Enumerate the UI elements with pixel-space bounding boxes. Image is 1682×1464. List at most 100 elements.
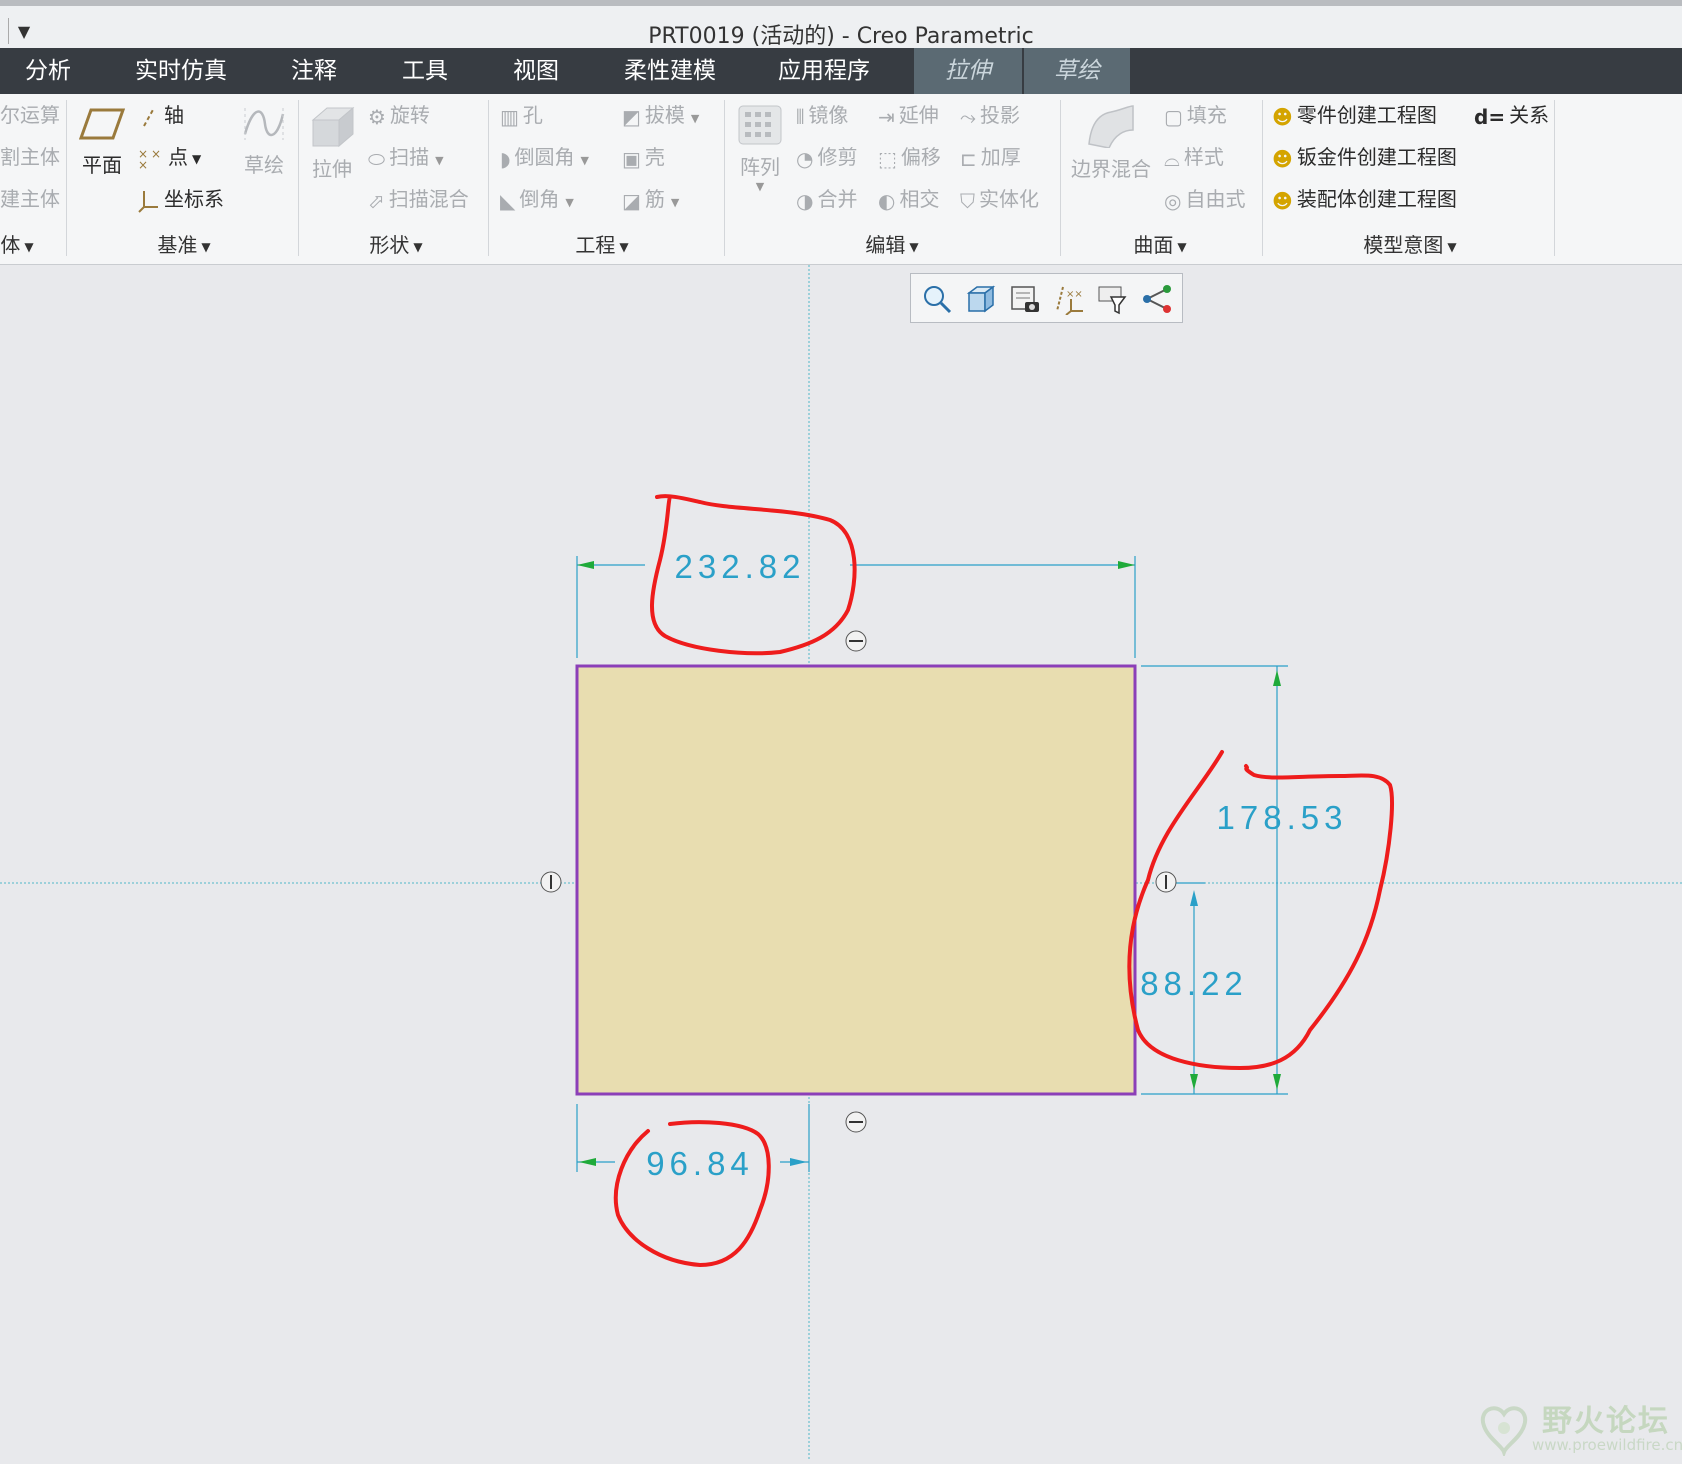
group-label-engineering[interactable]: 工程 ▼ bbox=[560, 231, 644, 259]
solidify-button[interactable]: ⛉ 实体化 bbox=[960, 184, 1039, 214]
point-icon: × ×× bbox=[138, 148, 161, 170]
swept-blend-button[interactable]: ⬀ 扫描混合 bbox=[368, 184, 469, 214]
part-drawing-button[interactable]: ☻ 零件创建工程图 bbox=[1272, 100, 1437, 130]
vertical-constraint-icon[interactable] bbox=[1155, 871, 1177, 893]
freestyle-button[interactable]: ◎ 自由式 bbox=[1164, 184, 1245, 214]
style-icon: ⌓ bbox=[1164, 146, 1180, 171]
sketch-canvas[interactable]: 232.82 178.53 88.22 96.84 bbox=[0, 265, 1682, 1460]
relations-label: 关系 bbox=[1509, 103, 1550, 127]
sweep-label: 扫描 bbox=[389, 145, 430, 169]
dimension-offset-horizontal[interactable]: 96.84 bbox=[576, 1104, 810, 1182]
extend-button[interactable]: ⇥ 延伸 bbox=[878, 100, 939, 130]
draft-button[interactable]: ◩ 拔模 ▼ bbox=[622, 100, 699, 130]
datum-display-icon[interactable]: ×× bbox=[1053, 283, 1085, 316]
tab-sketch[interactable]: 草绘 bbox=[1024, 48, 1130, 94]
chevron-down-icon: ▼ bbox=[580, 154, 590, 167]
chevron-down-icon: ▼ bbox=[192, 151, 202, 166]
sketch-icon bbox=[243, 108, 285, 140]
group-label-editing[interactable]: 编辑 ▼ bbox=[850, 231, 934, 259]
sweep-icon: ⬭ bbox=[368, 146, 386, 171]
axis-button[interactable]: 轴 bbox=[138, 100, 184, 130]
shell-button[interactable]: ▣ 壳 bbox=[622, 142, 665, 172]
rib-button[interactable]: ◪ 筋 ▼ bbox=[622, 184, 679, 214]
chamfer-button[interactable]: ◣ 倒角 ▼ bbox=[500, 184, 574, 214]
point-label: 点 bbox=[168, 145, 188, 169]
dimension-width-value[interactable]: 232.82 bbox=[675, 548, 806, 585]
horizontal-constraint-icon[interactable] bbox=[845, 630, 867, 652]
vertical-constraint-icon[interactable] bbox=[540, 871, 562, 893]
ribbon-tabs: 分析 实时仿真 注释 工具 视图 柔性建模 应用程序 拉伸 草绘 bbox=[0, 48, 1682, 94]
group-label-datum[interactable]: 基准 ▼ bbox=[142, 231, 226, 259]
style-button[interactable]: ⌓ 样式 bbox=[1164, 142, 1224, 172]
group-label-surfaces[interactable]: 曲面 ▼ bbox=[1118, 231, 1202, 259]
tab-applications[interactable]: 应用程序 bbox=[764, 48, 884, 94]
part-drawing-label: 零件创建工程图 bbox=[1296, 103, 1437, 127]
assembly-drawing-button[interactable]: ☻ 装配体创建工程图 bbox=[1272, 184, 1457, 214]
watermark-title: 野火论坛 bbox=[1542, 1404, 1670, 1439]
mirror-icon: ⫴ bbox=[796, 104, 805, 129]
sketch-rectangle[interactable] bbox=[575, 664, 1137, 1096]
tab-tools[interactable]: 工具 bbox=[383, 48, 467, 94]
rib-icon: ◪ bbox=[622, 188, 641, 213]
intersect-label: 相交 bbox=[899, 187, 940, 211]
tab-analysis[interactable]: 分析 bbox=[0, 48, 96, 94]
offset-button[interactable]: ⬚ 偏移 bbox=[878, 142, 941, 172]
sweep-button[interactable]: ⬭ 扫描 ▼ bbox=[368, 142, 444, 172]
tab-annotate[interactable]: 注释 bbox=[272, 48, 356, 94]
tab-extrude[interactable]: 拉伸 bbox=[914, 48, 1022, 94]
solidify-icon: ⛉ bbox=[960, 188, 975, 213]
hole-button[interactable]: ▥ 孔 bbox=[500, 100, 543, 130]
boundary-blend-button[interactable]: 边界混合 bbox=[1066, 104, 1156, 182]
group-label-body[interactable]: 体 ▼ bbox=[0, 231, 34, 259]
smiley-icon: ☻ bbox=[1272, 104, 1293, 129]
group-label-body-text: 体 bbox=[0, 233, 21, 257]
tab-flexible-modeling[interactable]: 柔性建模 bbox=[610, 48, 730, 94]
tab-view[interactable]: 视图 bbox=[494, 48, 578, 94]
trim-button[interactable]: ◔ 修剪 bbox=[796, 142, 857, 172]
split-body-button[interactable]: 割主体 bbox=[0, 142, 60, 172]
smiley-icon: ☻ bbox=[1272, 146, 1293, 171]
fill-button[interactable]: ▢ 填充 bbox=[1164, 100, 1227, 130]
dimension-offset-horizontal-value[interactable]: 96.84 bbox=[646, 1145, 754, 1182]
zoom-in-icon[interactable] bbox=[921, 283, 953, 315]
horizontal-constraint-icon[interactable] bbox=[845, 1111, 867, 1133]
sheetmetal-drawing-button[interactable]: ☻ 钣金件创建工程图 bbox=[1272, 142, 1457, 172]
mirror-button[interactable]: ⫴ 镜像 bbox=[796, 100, 848, 130]
group-label-model-intent[interactable]: 模型意图 ▼ bbox=[1350, 231, 1470, 259]
boolean-op-button[interactable]: 尔运算 bbox=[0, 100, 60, 130]
sketch-button[interactable]: 草绘 bbox=[236, 104, 292, 178]
plane-icon bbox=[78, 108, 126, 140]
view-toolbar: ×× bbox=[910, 273, 1183, 323]
graphics-area[interactable]: 232.82 178.53 88.22 96.84 ×× bbox=[0, 265, 1682, 1460]
revolve-label: 旋转 bbox=[389, 103, 430, 127]
boundary-blend-icon bbox=[1088, 105, 1134, 149]
tab-live-simulation[interactable]: 实时仿真 bbox=[118, 48, 244, 94]
sketch-label: 草绘 bbox=[244, 153, 284, 177]
round-button[interactable]: ◗ 倒圆角 ▼ bbox=[500, 142, 589, 172]
revolve-button[interactable]: ⚙ 旋转 bbox=[368, 100, 430, 130]
sketcher-display-icon[interactable] bbox=[1141, 283, 1173, 315]
dimension-height-value[interactable]: 178.53 bbox=[1217, 799, 1348, 836]
group-label-datum-text: 基准 bbox=[157, 233, 198, 257]
dimension-offset-vertical-value[interactable]: 88.22 bbox=[1140, 965, 1248, 1002]
saved-views-icon[interactable] bbox=[1009, 283, 1041, 315]
project-button[interactable]: ⤳ 投影 bbox=[960, 100, 1020, 130]
display-filter-icon[interactable] bbox=[1097, 283, 1129, 315]
relations-button[interactable]: d= 关系 bbox=[1474, 100, 1549, 130]
draft-label: 拔模 bbox=[644, 103, 685, 127]
round-icon: ◗ bbox=[500, 146, 511, 171]
group-label-shapes[interactable]: 形状 ▼ bbox=[354, 231, 438, 259]
point-button[interactable]: × × × 点 ▼ bbox=[138, 142, 201, 172]
chevron-down-icon: ▼ bbox=[1177, 239, 1187, 254]
plane-button[interactable]: 平面 bbox=[74, 104, 130, 178]
revolve-icon: ⚙ bbox=[368, 104, 386, 129]
view-orientation-icon[interactable] bbox=[965, 283, 997, 315]
pattern-button[interactable]: 阵列 ▼ bbox=[732, 104, 788, 193]
merge-button[interactable]: ◑ 合并 bbox=[796, 184, 857, 214]
intersect-button[interactable]: ◐ 相交 bbox=[878, 184, 939, 214]
new-body-button[interactable]: 建主体 bbox=[0, 184, 60, 214]
extrude-button[interactable]: 拉伸 bbox=[304, 104, 360, 182]
csys-button[interactable]: 坐标系 bbox=[138, 184, 224, 214]
group-divider bbox=[1554, 100, 1555, 256]
thicken-button[interactable]: ⊏ 加厚 bbox=[960, 142, 1021, 172]
